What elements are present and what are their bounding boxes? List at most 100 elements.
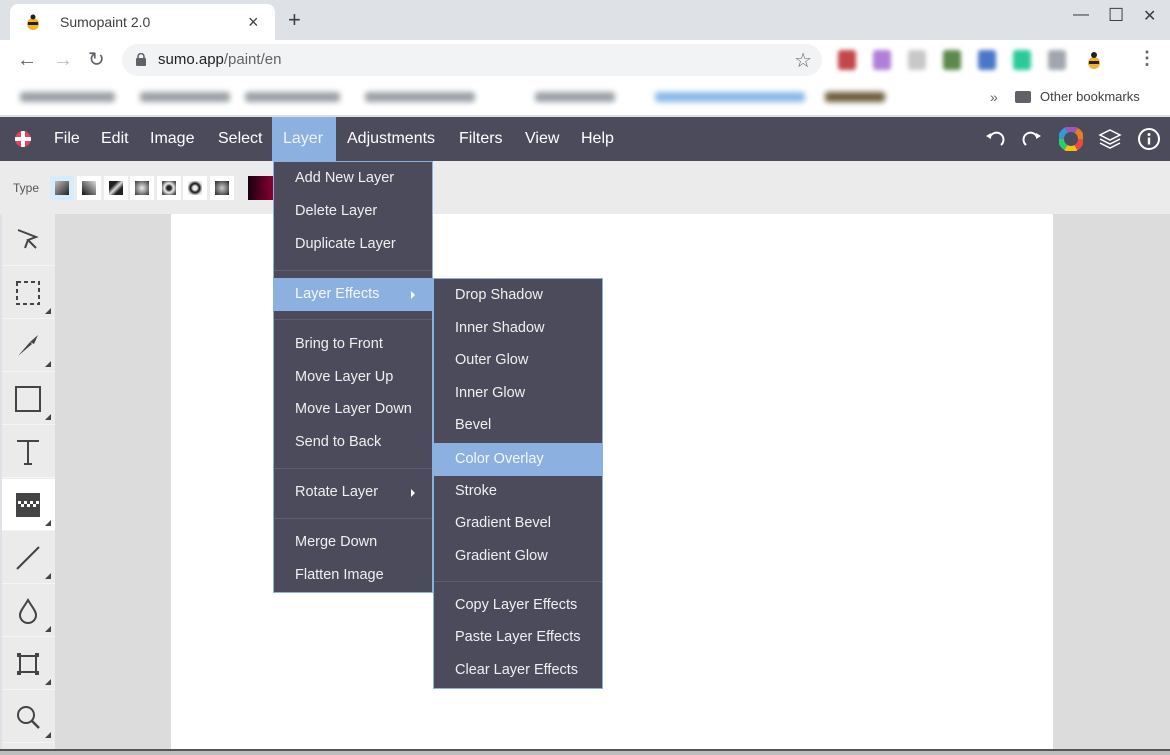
bookmark-item[interactable] <box>245 92 340 102</box>
extension-icon[interactable] <box>873 50 891 70</box>
redo-icon[interactable] <box>1020 127 1044 151</box>
layer-menu-bring-to-front[interactable]: Bring to Front <box>274 328 432 361</box>
tab-strip: Sumopaint 2.0 × + — ☐ ✕ <box>0 0 1170 40</box>
extension-icon[interactable] <box>1013 50 1031 70</box>
bookmark-item[interactable] <box>140 92 230 102</box>
brush-tool[interactable] <box>2 320 55 372</box>
back-button[interactable]: ← <box>17 48 37 72</box>
line-tool[interactable] <box>2 532 55 584</box>
move-tool[interactable] <box>2 214 55 266</box>
blur-tool[interactable] <box>2 585 55 637</box>
effect-gradient-glow[interactable]: Gradient Glow <box>434 540 602 573</box>
minimize-button[interactable]: — <box>1073 6 1089 24</box>
bookmark-item[interactable] <box>365 92 475 102</box>
paste-layer-effects[interactable]: Paste Layer Effects <box>434 621 602 654</box>
browser-tab[interactable]: Sumopaint 2.0 × <box>10 4 275 40</box>
effect-drop-shadow[interactable]: Drop Shadow <box>434 279 602 312</box>
effect-inner-shadow[interactable]: Inner Shadow <box>434 312 602 345</box>
gradient-type-diagonal[interactable] <box>77 176 101 200</box>
menu-divider <box>274 518 432 519</box>
selection-tool[interactable] <box>2 267 55 319</box>
effect-stroke[interactable]: Stroke <box>434 475 602 508</box>
menu-select[interactable]: Select <box>207 117 273 161</box>
layer-menu-rotate-layer[interactable]: Rotate Layer <box>274 476 432 509</box>
folder-icon <box>1015 91 1031 103</box>
gradient-tool[interactable] <box>2 479 55 531</box>
browser-menu-button[interactable]: ⋮ <box>1138 48 1156 69</box>
menu-edit[interactable]: Edit <box>90 117 140 161</box>
forward-button[interactable]: → <box>53 48 73 72</box>
other-bookmarks[interactable]: Other bookmarks <box>1040 89 1140 104</box>
extension-icon[interactable] <box>1048 50 1066 70</box>
menu-image[interactable]: Image <box>139 117 205 161</box>
new-tab-button[interactable]: + <box>288 7 301 33</box>
menu-adjustments[interactable]: Adjustments <box>336 117 446 161</box>
gradient-type-linear[interactable] <box>50 176 74 200</box>
menu-help[interactable]: Help <box>570 117 625 161</box>
effect-inner-glow[interactable]: Inner Glow <box>434 377 602 410</box>
bookmark-item[interactable] <box>655 92 805 102</box>
tab-close-button[interactable]: × <box>248 10 259 34</box>
submenu-indicator <box>45 679 51 685</box>
menu-filters[interactable]: Filters <box>448 117 514 161</box>
layer-menu-move-layer-up[interactable]: Move Layer Up <box>274 361 432 394</box>
reload-button[interactable]: ↻ <box>88 48 105 72</box>
effect-outer-glow[interactable]: Outer Glow <box>434 344 602 377</box>
info-icon[interactable] <box>1137 127 1161 151</box>
close-window-button[interactable]: ✕ <box>1143 6 1156 26</box>
layer-menu-add-new-layer[interactable]: Add New Layer <box>274 162 432 195</box>
gradient-type-radial[interactable] <box>157 176 181 200</box>
effect-gradient-bevel[interactable]: Gradient Bevel <box>434 507 602 540</box>
layer-menu-send-to-back[interactable]: Send to Back <box>274 426 432 459</box>
address-bar[interactable]: sumo.app/paint/en ☆ <box>122 44 822 76</box>
gradient-type-soft[interactable] <box>210 176 234 200</box>
shape-tool[interactable] <box>2 373 55 425</box>
layer-menu-move-layer-down[interactable]: Move Layer Down <box>274 393 432 426</box>
bookmark-star-icon[interactable]: ☆ <box>794 48 812 73</box>
app-menubar: File Edit Image Select Layer Adjustments… <box>0 117 1170 161</box>
submenu-indicator <box>45 414 51 420</box>
extension-icon[interactable] <box>838 50 856 70</box>
extension-icon[interactable] <box>943 50 961 70</box>
rotate-layer-label: Rotate Layer <box>295 484 379 500</box>
bookmark-item[interactable] <box>20 92 115 102</box>
menu-layer[interactable]: Layer <box>272 117 336 161</box>
menu-divider <box>434 581 602 582</box>
layers-icon[interactable] <box>1098 127 1122 151</box>
submenu-indicator <box>45 520 51 526</box>
submenu-arrow-icon <box>411 489 415 497</box>
bookmark-item[interactable] <box>535 92 615 102</box>
effect-bevel[interactable]: Bevel <box>434 409 602 442</box>
zoom-tool[interactable] <box>2 691 55 743</box>
clear-layer-effects[interactable]: Clear Layer Effects <box>434 654 602 687</box>
color-wheel-icon[interactable] <box>1059 127 1083 151</box>
effect-color-overlay[interactable]: Color Overlay <box>434 443 602 476</box>
gradient-type-square[interactable] <box>130 176 154 200</box>
gradient-type-reflected[interactable] <box>104 176 128 200</box>
menu-divider <box>274 319 432 320</box>
copy-layer-effects[interactable]: Copy Layer Effects <box>434 589 602 622</box>
layer-menu-merge-down[interactable]: Merge Down <box>274 526 432 559</box>
maximize-button[interactable]: ☐ <box>1108 5 1124 26</box>
gradient-color-swatch[interactable] <box>248 176 274 200</box>
language-flag-icon[interactable] <box>15 131 31 147</box>
submenu-indicator <box>45 732 51 738</box>
undo-icon[interactable] <box>983 127 1007 151</box>
bookmark-item[interactable] <box>825 92 885 102</box>
browser-toolbar: ← → ↻ sumo.app/paint/en ☆ ⋮ <box>0 40 1170 80</box>
layer-menu-flatten-image[interactable]: Flatten Image <box>274 559 432 592</box>
menu-file[interactable]: File <box>43 117 91 161</box>
bookmarks-overflow-button[interactable]: » <box>990 89 998 105</box>
tool-options-bar: Type <box>0 161 1170 214</box>
magnifier-icon <box>17 706 40 729</box>
sumo-extension-icon[interactable] <box>1085 50 1103 70</box>
transform-tool[interactable] <box>2 638 55 690</box>
extension-icon[interactable] <box>908 50 926 70</box>
extension-icon[interactable] <box>978 50 996 70</box>
layer-menu-layer-effects[interactable]: Layer Effects <box>274 278 432 311</box>
layer-menu-delete-layer[interactable]: Delete Layer <box>274 195 432 228</box>
layer-menu-duplicate-layer[interactable]: Duplicate Layer <box>274 228 432 261</box>
text-tool[interactable] <box>2 426 55 478</box>
menu-view[interactable]: View <box>514 117 570 161</box>
gradient-type-ring[interactable] <box>183 176 207 200</box>
